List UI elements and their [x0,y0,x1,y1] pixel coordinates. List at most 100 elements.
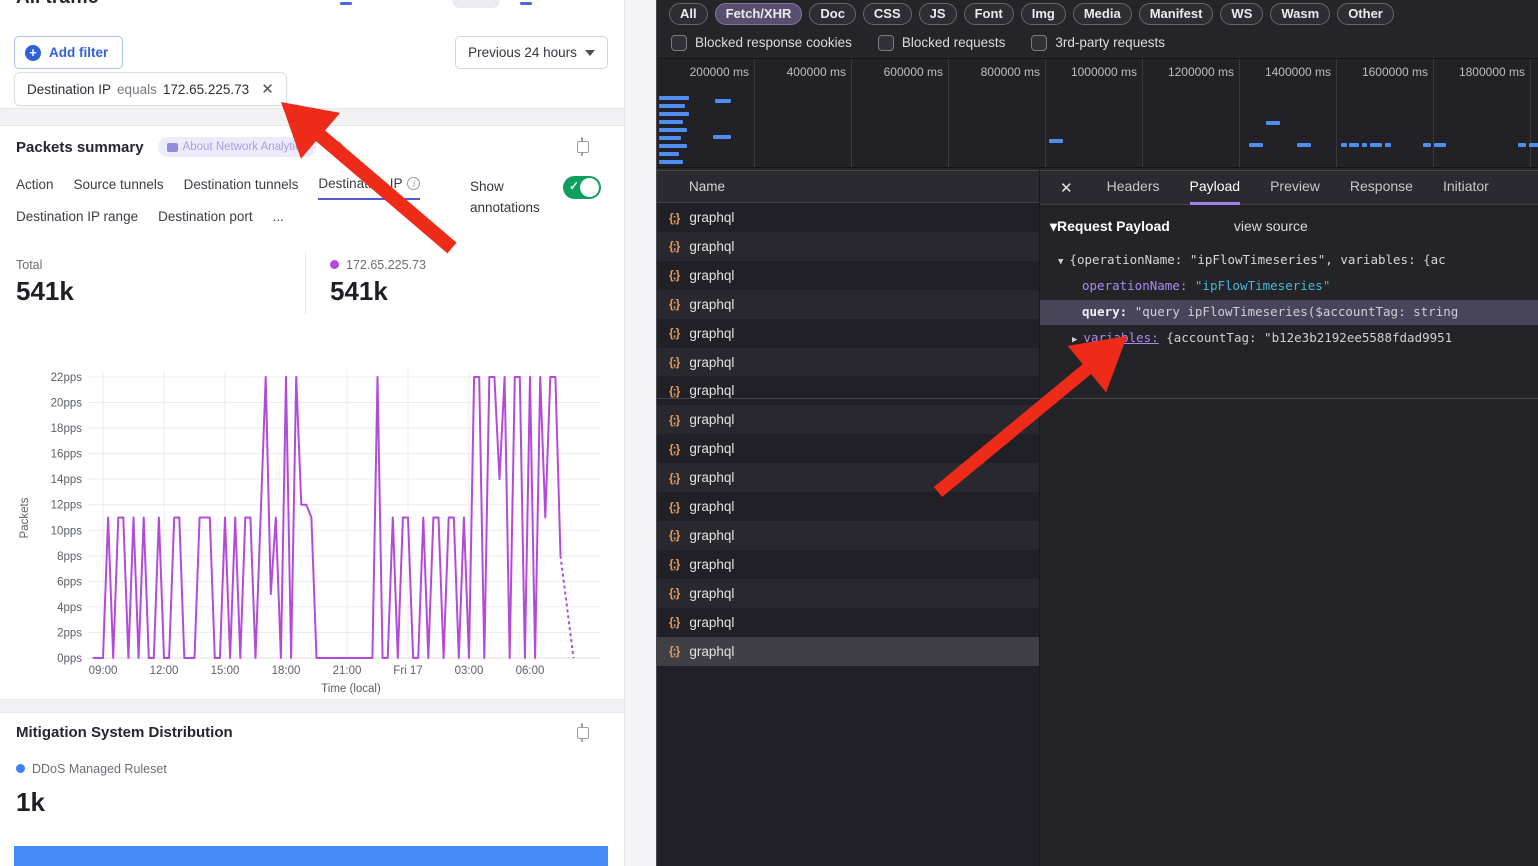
expand-card-icon[interactable] [581,137,583,156]
svg-text:2pps: 2pps [57,627,82,639]
show-annotations-label: Show annotations [470,176,560,218]
page-title: All traffic [16,0,98,9]
request-payload-title[interactable]: ▾Request Payload [1050,218,1170,235]
tab-action[interactable]: Action [16,176,54,200]
filter-pill-css[interactable]: CSS [863,3,912,25]
payload-variables-line[interactable]: ▶variables: {accountTag: "b12e3b2192ee55… [1072,330,1538,345]
request-row[interactable]: {;}graphql [657,203,1039,232]
request-type-filter-bar: All Fetch/XHR Doc CSS JS Font Img Media Manifest… [657,0,1538,27]
tab-preview[interactable]: Preview [1270,170,1320,205]
filter-value: 172.65.225.73 [163,82,249,97]
close-icon[interactable]: ✕ [1060,179,1073,197]
tab-destination-port[interactable]: Destination port [158,209,253,231]
request-row[interactable]: {;}graphql [657,608,1039,637]
request-row[interactable]: {;}graphql [657,232,1039,261]
toggle-knob [580,178,599,197]
filter-pill-all[interactable]: All [669,3,708,25]
tab-headers[interactable]: Headers [1107,170,1160,205]
tab-destination-ip[interactable]: Destination IPi [318,176,420,200]
payload-query-line[interactable]: query: "query ipFlowTimeseries($accountT… [1082,304,1538,319]
svg-text:18:00: 18:00 [272,665,301,677]
request-row[interactable]: {;}graphql [657,434,1039,463]
request-row[interactable]: {;}graphql [657,290,1039,319]
tab-destination-ip-range[interactable]: Destination IP range [16,209,138,231]
series-color-dot [330,260,339,269]
filter-pill-img[interactable]: Img [1021,3,1066,25]
request-timeline-mark [659,128,687,132]
payload-operationname-line[interactable]: operationName: "ipFlowTimeseries" [1082,278,1538,293]
request-timeline-mark [1423,143,1431,147]
filter-operator: equals [117,82,157,97]
ruler-tick-label: 1200000 ms [1168,65,1234,79]
request-row[interactable]: {;}graphql [657,348,1039,377]
request-row[interactable]: {;}graphql [657,550,1039,579]
svg-text:15:00: 15:00 [211,665,240,677]
view-source-link[interactable]: view source [1234,218,1308,235]
svg-text:18pps: 18pps [51,423,83,435]
payload-root-line[interactable]: ▼{operationName: "ipFlowTimeseries", var… [1058,252,1538,267]
request-name: graphql [689,441,734,456]
name-column-header[interactable]: Name [657,170,1039,203]
checkbox-icon[interactable] [878,35,894,51]
request-timeline-mark [1049,139,1063,143]
network-analytics-badge[interactable]: About Network Analytics [158,137,316,157]
filter-pill-media[interactable]: Media [1073,3,1132,25]
filter-pill-js[interactable]: JS [919,3,957,25]
request-timeline-mark [1529,143,1538,147]
filter-pill-doc[interactable]: Doc [809,3,856,25]
ruler-segment: 1400000 ms [1240,59,1337,168]
filter-pill-ws[interactable]: WS [1220,3,1263,25]
expand-triangle-icon[interactable]: ▶ [1072,335,1077,345]
filter-pill-other[interactable]: Other [1337,3,1394,25]
request-name: graphql [689,586,734,601]
filter-chip[interactable]: Destination IP equals 172.65.225.73 ✕ [14,72,287,106]
collapse-triangle-icon[interactable]: ▼ [1058,257,1063,267]
request-name: graphql [689,644,734,659]
add-filter-button[interactable]: + Add filter [14,36,123,69]
filter-pill-fetch-xhr[interactable]: Fetch/XHR [715,3,803,25]
request-timeline-mark [659,152,679,156]
tab-initiator[interactable]: Initiator [1443,170,1489,205]
ruler-tick-label: 1800000 ms [1459,65,1525,79]
request-row[interactable]: {;}graphql [657,521,1039,550]
time-range-dropdown[interactable]: Previous 24 hours [455,36,608,69]
request-row[interactable]: {;}graphql [657,261,1039,290]
tab-source-tunnels[interactable]: Source tunnels [74,176,164,200]
filter-pill-font[interactable]: Font [964,3,1014,25]
request-detail-panel: ✕ Headers Payload Preview Response Initi… [1039,170,1538,866]
analytics-dashboard-pane: All traffic + Add filter Previous 24 hou… [0,0,656,866]
pie-icon [330,141,343,154]
checkbox-blocked-requests[interactable]: Blocked requests [878,35,1006,51]
ruler-tick-label: 1600000 ms [1362,65,1428,79]
ruler-tick-label: 1400000 ms [1265,65,1331,79]
checkbox-icon[interactable] [1031,35,1047,51]
json-braces-icon: {;} [669,355,679,369]
request-row[interactable]: {;}graphql [657,579,1039,608]
request-row[interactable]: {;}graphql [657,492,1039,521]
request-row[interactable]: {;}graphql [657,637,1039,666]
checkbox-icon[interactable] [671,35,687,51]
request-row[interactable]: {;}graphql [657,376,1039,405]
scrollbar-gutter[interactable] [624,0,656,866]
ruler-segment: 1000000 ms [1046,59,1143,168]
filter-pill-manifest[interactable]: Manifest [1139,3,1214,25]
filter-pill-wasm[interactable]: Wasm [1270,3,1330,25]
show-annotations-toggle[interactable]: ✓ [563,176,601,199]
network-timeline-overview[interactable]: 200000 ms400000 ms600000 ms800000 ms1000… [657,58,1538,168]
expand-card-icon[interactable] [581,723,583,742]
tab-destination-tunnels[interactable]: Destination tunnels [184,176,299,200]
request-row[interactable]: {;}graphql [657,405,1039,434]
section-divider [0,108,624,126]
request-row[interactable]: {;}graphql [657,463,1039,492]
tab-payload[interactable]: Payload [1190,170,1241,205]
svg-text:21:00: 21:00 [333,665,362,677]
tab-response[interactable]: Response [1350,170,1413,205]
request-row[interactable]: {;}graphql [657,319,1039,348]
checkbox-3rd-party-requests[interactable]: 3rd-party requests [1031,35,1165,51]
tab--[interactable]: ... [273,209,284,231]
checkbox-blocked-response-cookies[interactable]: Blocked response cookies [671,35,852,51]
plus-icon: + [25,45,41,61]
series-label: 172.65.225.73 [346,258,426,272]
series-value: 541k [330,276,426,307]
remove-filter-icon[interactable]: ✕ [261,80,274,98]
